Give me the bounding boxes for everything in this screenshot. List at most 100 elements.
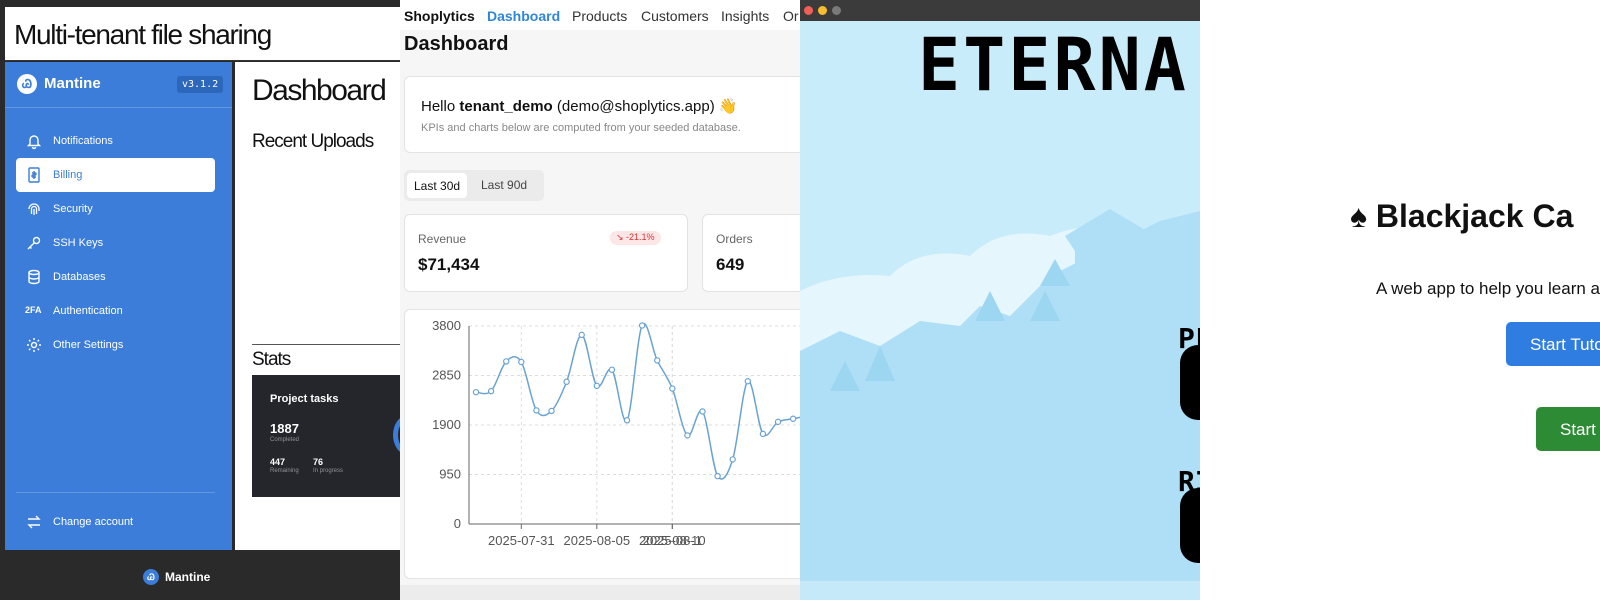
- data-point: [593, 382, 601, 390]
- sidebar-item-authentication[interactable]: 2FA Authentication: [16, 294, 215, 328]
- sidebar-item-label: Security: [53, 203, 93, 215]
- close-window-icon[interactable]: [804, 6, 813, 15]
- sidebar-item-label: Other Settings: [53, 339, 124, 351]
- user-email: (demo@shoplytics.app) 👋: [556, 98, 738, 115]
- y-tick-label: 950: [439, 467, 461, 482]
- data-point: [623, 417, 631, 424]
- greeting-subtitle: KPIs and charts below are computed from …: [421, 122, 741, 134]
- gear-icon: [27, 338, 41, 352]
- second-menu-button[interactable]: [1180, 488, 1200, 563]
- range-last-90d[interactable]: Last 90d: [481, 178, 527, 192]
- data-point: [638, 322, 646, 329]
- ground-strip: [800, 581, 1200, 600]
- y-tick-label: 0: [454, 516, 461, 531]
- start-tutorial-button[interactable]: Start Tuto: [1506, 322, 1600, 366]
- kpi-card-revenue: Revenue $71,434 ↘ -21.1%: [404, 214, 688, 292]
- remaining-value: 447: [270, 457, 286, 467]
- data-point: [563, 378, 570, 385]
- switch-horizontal-icon: [27, 515, 41, 529]
- brand-name: Mantine: [44, 75, 101, 92]
- game-panel: ETERNA PL RI: [800, 0, 1200, 600]
- username: tenant_demo: [459, 98, 553, 115]
- sidebar-item-security[interactable]: Security: [16, 192, 215, 226]
- blackjack-panel: ♠ Blackjack Ca A web app to help you lea…: [1200, 0, 1600, 600]
- app-title: ♠ Blackjack Ca: [1350, 198, 1574, 234]
- data-point: [789, 415, 797, 422]
- receipt-icon: [28, 167, 40, 183]
- greeting-text: Hello tenant_demo (demo@shoplytics.app) …: [421, 97, 738, 115]
- data-point: [729, 456, 736, 463]
- range-last-30d[interactable]: Last 30d: [407, 173, 468, 198]
- x-tick-label: 2025-08-1: [643, 533, 702, 548]
- sidebar-item-label: Billing: [53, 169, 83, 181]
- nav-products[interactable]: Products: [572, 8, 627, 24]
- data-point: [533, 407, 540, 414]
- database-icon: [28, 269, 40, 285]
- data-point: [472, 388, 480, 396]
- minimize-window-icon[interactable]: [818, 6, 827, 15]
- kpi-delta-badge: ↘ -21.1%: [610, 231, 661, 245]
- section-divider: [252, 344, 400, 345]
- mantine-panel: Multi-tenant file sharing Ꮚ Mantine v3.1…: [0, 0, 400, 600]
- sidebar-item-databases[interactable]: Databases: [16, 260, 215, 294]
- sidebar-item-notifications[interactable]: Notifications: [16, 124, 215, 158]
- sidebar-item-billing[interactable]: Billing: [16, 158, 215, 192]
- mantine-logo-icon: Ꮚ: [17, 74, 37, 94]
- top-nav: Shoplytics Dashboard Products Customers …: [400, 0, 800, 30]
- data-point: [578, 331, 585, 339]
- 2fa-icon: 2FA: [25, 305, 42, 315]
- page-bottom: [400, 585, 800, 600]
- range-selector: Last 30d Last 90d: [404, 170, 544, 201]
- greeting-prefix: Hello: [421, 98, 456, 115]
- kpi-title: Orders: [716, 232, 753, 246]
- main-title: Dashboard: [252, 74, 387, 107]
- data-point: [684, 432, 691, 439]
- data-point: [654, 357, 661, 364]
- in-progress-value: 76: [313, 457, 324, 467]
- y-tick-label: 2850: [432, 368, 461, 383]
- data-point: [608, 366, 616, 373]
- shoplytics-panel: Shoplytics Dashboard Products Customers …: [400, 0, 800, 600]
- mantine-footer: Ꮚ Mantine: [5, 551, 400, 600]
- sidebar-item-other-settings[interactable]: Other Settings: [16, 328, 215, 362]
- completed-value: 1887: [270, 421, 299, 436]
- key-icon: [27, 236, 41, 250]
- version-badge: v3.1.2: [177, 76, 224, 93]
- mantine-main: Dashboard Recent Uploads Stats Project t…: [235, 62, 400, 550]
- maximize-window-icon[interactable]: [832, 6, 841, 15]
- progress-ring: [393, 415, 400, 455]
- nav-customers[interactable]: Customers: [641, 8, 709, 24]
- x-tick-label: 2025-08-05: [564, 533, 631, 548]
- data-point: [714, 472, 721, 480]
- screenshot-collage: Multi-tenant file sharing Ꮚ Mantine v3.1…: [0, 0, 1600, 600]
- series-line: [475, 322, 800, 480]
- fingerprint-icon: [28, 203, 40, 215]
- sidebar-item-label: Notifications: [53, 135, 113, 147]
- change-account-button[interactable]: Change account: [16, 505, 215, 539]
- remaining-label: Remaining: [270, 468, 299, 474]
- nav-orders[interactable]: Or: [783, 8, 799, 24]
- sidebar-item-label: SSH Keys: [53, 237, 104, 249]
- castle-tower-shape: [1065, 209, 1155, 321]
- nav-insights[interactable]: Insights: [721, 8, 769, 24]
- recent-uploads-heading: Recent Uploads: [252, 131, 374, 152]
- brand-link[interactable]: Shoplytics: [404, 8, 475, 24]
- app-subtitle: A web app to help you learn an: [1376, 279, 1600, 298]
- greeting-card: Hello tenant_demo (demo@shoplytics.app) …: [404, 76, 800, 153]
- project-tasks-title: Project tasks: [270, 393, 339, 405]
- play-button[interactable]: [1180, 345, 1200, 420]
- y-tick-label: 3800: [432, 318, 461, 333]
- data-point: [744, 378, 752, 385]
- sidebar-item-ssh-keys[interactable]: SSH Keys: [16, 226, 215, 260]
- revenue-chart-card: 3800 2850 1900 950 0 2025-07-31 2025-08-05 2025…: [404, 309, 800, 579]
- start-button[interactable]: Start: [1536, 407, 1600, 451]
- footer-brand: Mantine: [165, 570, 211, 584]
- nav-dashboard[interactable]: Dashboard: [487, 8, 560, 24]
- kpi-value: 649: [716, 255, 745, 274]
- sidebar-divider: [16, 492, 215, 493]
- y-tick-label: 1900: [432, 417, 461, 432]
- sidebar-item-label: Authentication: [53, 305, 123, 317]
- kpi-title: Revenue: [418, 232, 467, 246]
- sidebar: Ꮚ Mantine v3.1.2 Notifications Billing S…: [5, 62, 232, 550]
- sidebar-item-label: Databases: [53, 271, 106, 283]
